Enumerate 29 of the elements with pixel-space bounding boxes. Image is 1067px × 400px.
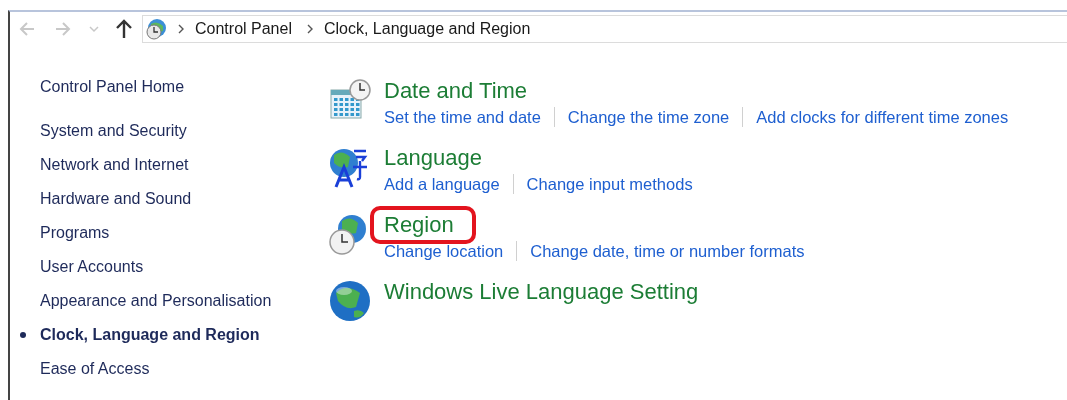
- chevron-icon: [305, 24, 314, 34]
- globe-icon[interactable]: [328, 279, 372, 323]
- sidebar-link[interactable]: Network and Internet: [40, 154, 290, 176]
- task-link[interactable]: Change input methods: [526, 174, 693, 194]
- task-link[interactable]: Change location: [384, 241, 504, 261]
- chevron-icon: [177, 24, 185, 34]
- sidebar-link[interactable]: Ease of Access: [40, 358, 290, 380]
- sidebar-link[interactable]: Appearance and Personalisation: [40, 290, 290, 312]
- category-title-link[interactable]: Region: [384, 212, 454, 238]
- control-panel-icon: [145, 18, 167, 40]
- task-link[interactable]: Set the time and date: [384, 107, 541, 127]
- task-link[interactable]: Change date, time or number formats: [530, 241, 805, 261]
- task-link[interactable]: Change the time zone: [567, 107, 730, 127]
- sidebar-link[interactable]: Hardware and Sound: [40, 188, 290, 210]
- category-title-link[interactable]: Date and Time: [384, 78, 528, 104]
- category-title-link[interactable]: Windows Live Language Setting: [384, 279, 699, 305]
- sidebar-current-item[interactable]: Clock, Language and Region: [40, 324, 290, 346]
- sidebar-link[interactable]: System and Security: [40, 120, 290, 142]
- breadcrumb-item[interactable]: Control Panel: [195, 20, 292, 38]
- calendar-clock-icon[interactable]: [328, 78, 372, 122]
- address-bar[interactable]: Control Panel Clock, Language and Region: [142, 15, 1067, 43]
- task-link[interactable]: Add clocks for different time zones: [756, 107, 1009, 127]
- up-arrow-icon[interactable]: [114, 18, 134, 40]
- sidebar-link[interactable]: User Accounts: [40, 256, 290, 278]
- sidebar-link[interactable]: Control Panel Home: [20, 76, 320, 98]
- category-title-link[interactable]: Language: [384, 145, 482, 171]
- breadcrumb-item[interactable]: Clock, Language and Region: [323, 20, 531, 38]
- task-link[interactable]: Add a language: [384, 174, 500, 194]
- sidebar-link[interactable]: Programs: [40, 222, 290, 244]
